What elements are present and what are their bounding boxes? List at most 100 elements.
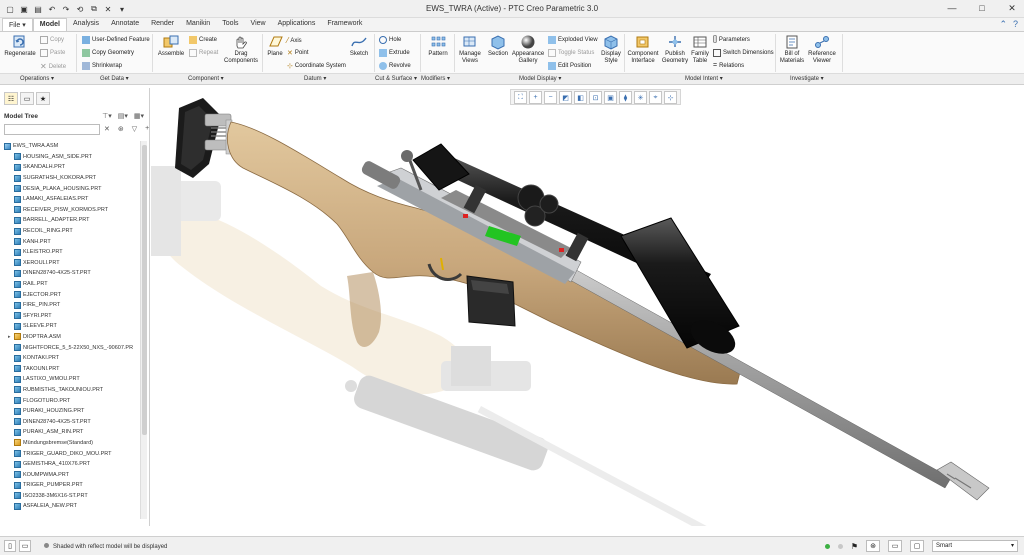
find-icon[interactable]: ⊛	[866, 540, 880, 552]
tree-settings-icon[interactable]: ▤▾	[118, 112, 128, 120]
exploded-view-button[interactable]: Exploded View	[548, 36, 598, 44]
tab-render[interactable]: Render	[145, 18, 180, 31]
bill-of-materials-button[interactable]: Bill of Materials	[778, 34, 806, 65]
bolt-knob[interactable]	[401, 150, 413, 162]
search-clear-icon[interactable]: ✕	[104, 125, 110, 133]
family-table-button[interactable]: Family Table	[690, 34, 710, 65]
hole-button[interactable]: Hole	[379, 36, 401, 44]
tree-columns-icon[interactable]: ▦▾	[134, 112, 144, 120]
tree-item[interactable]: PURAKI_HOUZING.PRT	[4, 406, 138, 417]
tab-applications[interactable]: Applications	[272, 18, 322, 31]
tree-item[interactable]: EJECTOR.PRT	[4, 289, 138, 300]
group-model-intent[interactable]: Model Intent ▾	[685, 75, 723, 82]
tree-item[interactable]: NIGHTFORCE_5_5-22X50_NXS_-90607.PR	[4, 342, 138, 353]
tree-item[interactable]: DESIA_PLAKA_HOUSING.PRT	[4, 183, 138, 194]
tab-file[interactable]: File ▾	[2, 18, 33, 31]
tree-item[interactable]: XEROULI.PRT	[4, 258, 138, 269]
tree-item[interactable]: SFYRI.PRT	[4, 311, 138, 322]
create-button[interactable]: Create	[189, 36, 217, 44]
switch-dimensions-button[interactable]: Switch Dimensions	[713, 49, 774, 57]
model-tree-scrollbar[interactable]	[140, 141, 147, 519]
tree-item[interactable]: ▸ DIOPTRA.ASM	[4, 332, 138, 343]
parallax-turret[interactable]	[539, 194, 559, 214]
plane-button[interactable]: Plane	[264, 34, 286, 58]
tab-annotate[interactable]: Annotate	[105, 18, 145, 31]
tree-item[interactable]: LASTIXO_WMOU.PRT	[4, 374, 138, 385]
binoculars-icon[interactable]: ⊛	[118, 125, 124, 133]
tree-item[interactable]: ISO2338-3M6X16-ST.PRT	[4, 491, 138, 502]
axis-button[interactable]: ⁄ Axis	[287, 36, 302, 45]
parameters-button[interactable]: [] Parameters	[713, 36, 750, 43]
tree-item[interactable]: KANH.PRT	[4, 236, 138, 247]
group-get-data[interactable]: Get Data ▾	[100, 75, 129, 82]
scope-ring-front[interactable]	[565, 232, 589, 262]
point-button[interactable]: ✕ Point	[287, 49, 309, 57]
toggle-status-button[interactable]: Toggle Status	[548, 49, 594, 57]
component-interface-button[interactable]: Component Interface	[627, 34, 659, 65]
display-style-button[interactable]: Display Style	[600, 34, 622, 65]
shrinkwrap-button[interactable]: Shrinkwrap	[82, 62, 122, 70]
udf-button[interactable]: User-Defined Feature	[82, 36, 150, 44]
tree-item[interactable]: KOUMPWMA.PRT	[4, 469, 138, 480]
repaint-icon[interactable]: ◩	[559, 91, 572, 104]
group-operations[interactable]: Operations ▾	[20, 75, 54, 82]
assemble-button[interactable]: Assemble	[156, 34, 186, 58]
repeat-button[interactable]: Repeat	[189, 49, 218, 57]
tree-item[interactable]: BARRELL_ADAPTER.PRT	[4, 215, 138, 226]
zoom-out-icon[interactable]: −	[544, 91, 557, 104]
refit-icon[interactable]: ⛶	[514, 91, 527, 104]
group-cut-surface[interactable]: Cut & Surface ▾	[375, 75, 417, 82]
tree-item[interactable]: FLOGOTURO.PRT	[4, 395, 138, 406]
group-model-display[interactable]: Model Display ▾	[519, 75, 561, 82]
tab-view[interactable]: View	[245, 18, 272, 31]
group-component[interactable]: Component ▾	[188, 75, 224, 82]
flag-icon[interactable]: ⚑	[851, 542, 858, 551]
copy-geometry-button[interactable]: Copy Geometry	[82, 49, 134, 57]
tree-item[interactable]: DINEN28740-4X25-ST.PRT	[4, 416, 138, 427]
view-manager-icon[interactable]: ▣	[604, 91, 617, 104]
sketch-button[interactable]: Sketch	[347, 34, 371, 58]
folder-browser-tab-icon[interactable]: ▭	[20, 92, 34, 105]
saved-orientations-icon[interactable]: ⊡	[589, 91, 602, 104]
tree-item[interactable]: RECEIVER_PISW_KORMOS.PRT	[4, 205, 138, 216]
rifle-model-view[interactable]	[151, 86, 1024, 526]
section-button[interactable]: Section	[486, 34, 510, 58]
drag-components-button[interactable]: Drag Components	[222, 34, 260, 65]
delete-button[interactable]: ✕ Delete	[40, 62, 66, 71]
tree-item[interactable]: RAIL.PRT	[4, 279, 138, 290]
filter-icon[interactable]: ▽	[132, 125, 137, 133]
tree-item[interactable]: SUGRATHSH_KOKORA.PRT	[4, 173, 138, 184]
tree-item[interactable]: KONTAKI.PRT	[4, 353, 138, 364]
tree-item[interactable]: RUBMISTHS_TAKOUNIOU.PRT	[4, 385, 138, 396]
show-navigator-icon[interactable]: ▯	[4, 540, 16, 552]
selection-filter-icon[interactable]: ▢	[910, 540, 924, 552]
tab-model[interactable]: Model	[32, 18, 67, 31]
datum-display-icon[interactable]: ✳	[634, 91, 647, 104]
tree-root[interactable]: EWS_TWRA.ASM	[4, 141, 138, 152]
spin-center-icon[interactable]: ⊹	[664, 91, 677, 104]
tree-item[interactable]: HOUSING_ASM_SIDE.PRT	[4, 152, 138, 163]
tree-item[interactable]: TRIGER_GUARD_DIKO_MOU.PRT	[4, 448, 138, 459]
tab-manikin[interactable]: Manikin	[180, 18, 216, 31]
tab-tools[interactable]: Tools	[216, 18, 244, 31]
tree-item[interactable]: SKANDALH.PRT	[4, 162, 138, 173]
coordinate-system-button[interactable]: ⊹ Coordinate System	[287, 62, 346, 70]
paste-button[interactable]: Paste	[40, 49, 65, 57]
tree-item[interactable]: TAKOUNI.PRT	[4, 363, 138, 374]
selection-filter-select[interactable]: Smart ▾	[932, 540, 1018, 552]
appearance-gallery-button[interactable]: Appearance Gallery	[512, 34, 544, 65]
expand-arrow-icon[interactable]: ▸	[8, 334, 11, 340]
tree-item[interactable]: KLEISTRO.PRT	[4, 247, 138, 258]
minimize-ribbon-icon[interactable]: ⌃	[999, 19, 1007, 30]
annotation-display-icon[interactable]: ⌖	[649, 91, 662, 104]
tree-item[interactable]: RECOIL_RING.PRT	[4, 226, 138, 237]
relations-button[interactable]: = Relations	[713, 62, 744, 69]
manage-views-button[interactable]: Manage Views	[457, 34, 483, 65]
perspective-icon[interactable]: ⧫	[619, 91, 632, 104]
help-icon[interactable]: ?	[1013, 19, 1018, 30]
tree-item[interactable]: GEMISTHRA_410X76.PRT	[4, 459, 138, 470]
add-icon[interactable]: +	[145, 125, 149, 133]
tree-item[interactable]: TRIGER_PUMPER.PRT	[4, 480, 138, 491]
regenerate-button[interactable]: Regenerate	[4, 34, 36, 58]
edit-position-button[interactable]: Edit Position	[548, 62, 591, 70]
